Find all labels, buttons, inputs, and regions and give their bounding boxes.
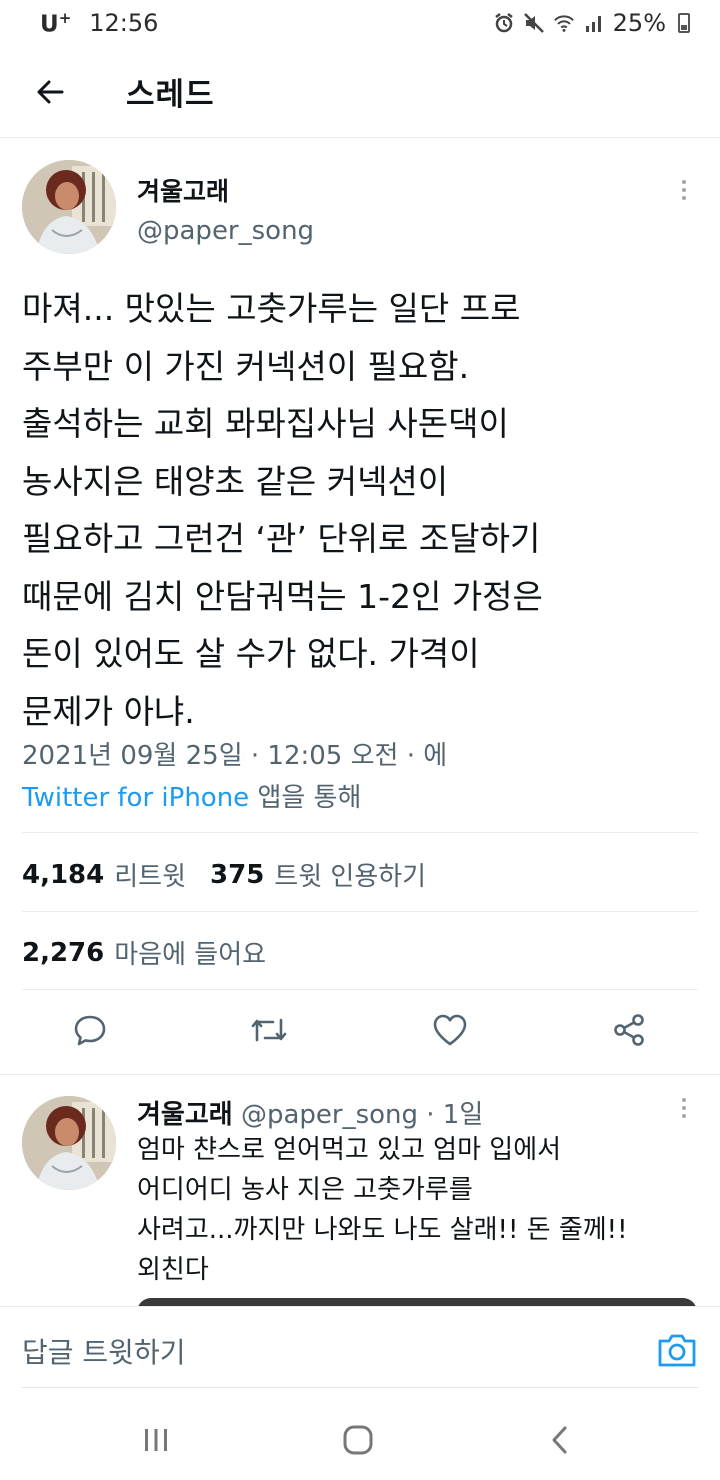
recent-apps-icon[interactable] xyxy=(136,1420,176,1460)
top-app-bar: 스레드 xyxy=(0,46,720,138)
signal-icon xyxy=(583,12,605,34)
compose-underline xyxy=(22,1387,698,1388)
source-suffix: 앱을 통해 xyxy=(249,783,362,813)
reply-author-name[interactable]: 겨울고래 xyxy=(137,1100,233,1130)
retweet-icon[interactable] xyxy=(249,1010,289,1050)
reply-avatar[interactable] xyxy=(22,1096,116,1190)
retweet-label[interactable]: 리트윗 xyxy=(114,856,186,893)
tweet-timestamp: 2021년 09월 25일 · 12:05 오전 · 에 xyxy=(22,741,448,771)
reply-author-handle[interactable]: @paper_song · 1일 xyxy=(241,1100,483,1130)
divider xyxy=(22,989,698,990)
home-icon[interactable] xyxy=(338,1420,378,1460)
wifi-icon xyxy=(553,12,575,34)
source-app-link[interactable]: Twitter for iPhone xyxy=(22,783,249,813)
quote-count[interactable]: 375 xyxy=(210,860,264,890)
retweet-stats-row: 4,184 리트윗 375 트윗 인용하기 xyxy=(22,856,426,893)
author-handle[interactable]: @paper_song xyxy=(137,216,314,246)
mute-icon xyxy=(523,12,545,34)
carrier-label: U+ xyxy=(40,8,72,38)
status-right: 25% xyxy=(493,9,690,37)
quote-label[interactable]: 트윗 인용하기 xyxy=(274,856,426,893)
clock: 12:56 xyxy=(89,9,159,37)
divider xyxy=(22,832,698,833)
reply-icon[interactable] xyxy=(70,1010,110,1050)
reply-more-options-icon[interactable] xyxy=(674,1088,694,1128)
tweet-text: 마져... 맛있는 고춧가루는 일단 프로 주부만 이 가진 커넥션이 필요함.… xyxy=(22,289,543,731)
battery-percent: 25% xyxy=(612,9,666,37)
alarm-icon xyxy=(493,12,515,34)
status-left: U+ 12:56 xyxy=(40,9,158,38)
status-bar: U+ 12:56 25% xyxy=(0,0,720,46)
tweet-actions xyxy=(0,1000,720,1066)
reply-input[interactable]: 답글 트윗하기 xyxy=(22,1321,632,1381)
like-stats-row: 2,276 마음에 들어요 xyxy=(22,934,266,971)
like-label[interactable]: 마음에 들어요 xyxy=(114,934,266,971)
reply-header[interactable]: 겨울고래 @paper_song · 1일 xyxy=(137,1094,483,1131)
avatar[interactable] xyxy=(22,160,116,254)
battery-icon xyxy=(678,13,690,33)
back-nav-icon[interactable] xyxy=(540,1420,580,1460)
section-separator xyxy=(0,1074,720,1075)
divider xyxy=(22,911,698,912)
more-options-icon[interactable] xyxy=(674,170,694,210)
share-icon[interactable] xyxy=(609,1010,649,1050)
system-nav-bar xyxy=(0,1396,720,1480)
like-icon[interactable] xyxy=(430,1010,470,1050)
reply-text[interactable]: 엄마 챤스로 얻어먹고 있고 엄마 입에서 어디어디 농사 지은 고춧가루를 사… xyxy=(137,1130,697,1290)
like-count[interactable]: 2,276 xyxy=(22,938,104,968)
tweet-source: Twitter for iPhone 앱을 통해 xyxy=(22,777,361,814)
back-arrow-icon[interactable] xyxy=(20,62,80,122)
author-name[interactable]: 겨울고래 xyxy=(137,172,229,208)
reply-compose-bar: 답글 트윗하기 xyxy=(0,1306,720,1396)
camera-icon[interactable] xyxy=(656,1329,698,1371)
page-title: 스레드 xyxy=(126,77,215,113)
retweet-count[interactable]: 4,184 xyxy=(22,860,104,890)
